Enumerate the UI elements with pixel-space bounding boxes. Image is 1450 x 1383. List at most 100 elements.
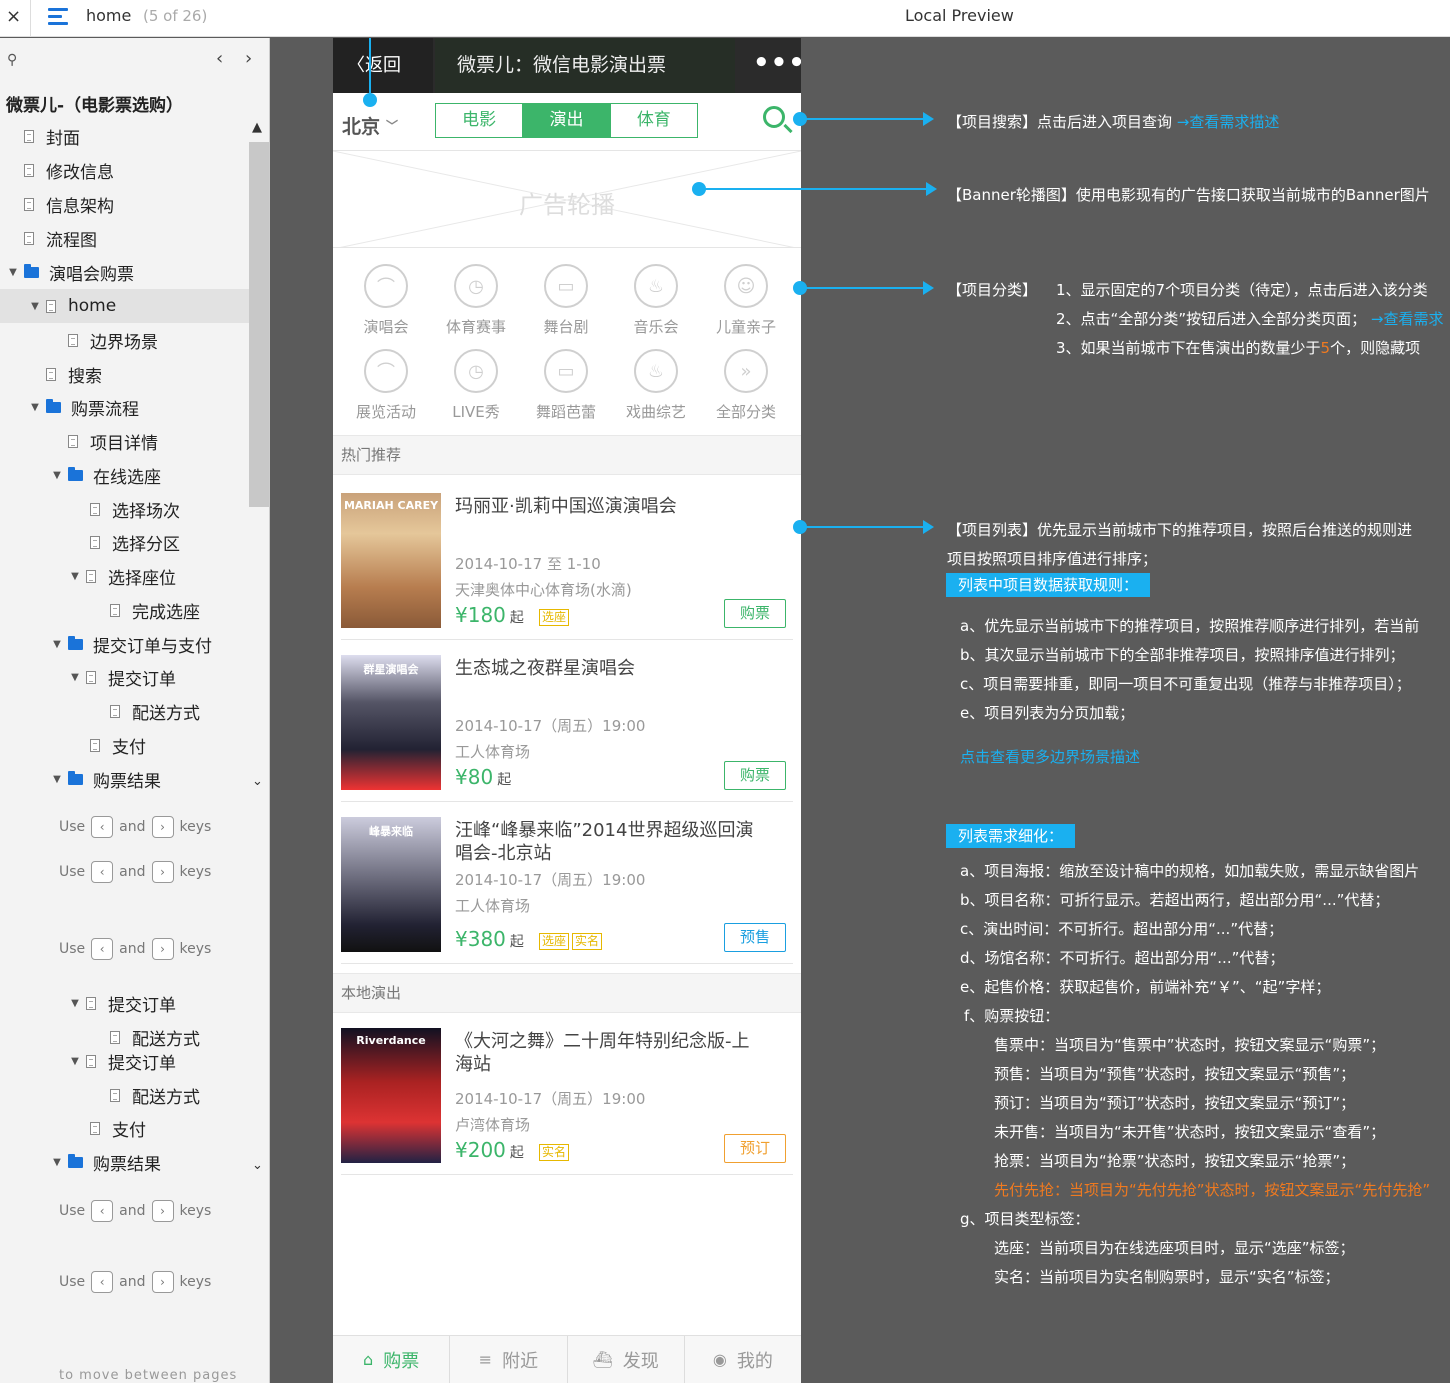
sidebar-item[interactable]: ▼ 提交订单: [68, 1044, 176, 1078]
item-name: 玛丽亚·凯莉中国巡演演唱会: [455, 496, 677, 517]
sidebar-item[interactable]: ▼ 购票结果: [50, 762, 161, 796]
sidebar-item[interactable]: 支付: [90, 728, 146, 762]
sidebar-item[interactable]: ▼ 提交订单: [68, 986, 176, 1020]
window-title: Local Preview: [905, 6, 1014, 25]
sidebar-item[interactable]: ▼ 选择座位: [68, 559, 176, 593]
item-action-button[interactable]: 购票: [724, 761, 786, 790]
item-tags: 实名: [539, 1144, 572, 1161]
sidebar-item[interactable]: 选择分区: [90, 525, 180, 559]
tabbar-nearby[interactable]: ≡ 附近: [449, 1336, 566, 1383]
category-tabs: 电影 演出 体育: [435, 103, 698, 138]
more-scenarios-link[interactable]: 点击查看更多边界场景描述: [960, 747, 1140, 767]
expand-arrow-icon[interactable]: ▼: [68, 1056, 82, 1067]
sidebar-item[interactable]: 项目详情: [68, 424, 158, 458]
tab-movie[interactable]: 电影: [436, 104, 522, 137]
expand-arrow-icon[interactable]: ▼: [50, 774, 64, 785]
category-item[interactable]: ▭ 舞台剧: [521, 264, 611, 337]
sidebar-item[interactable]: ▼ 提交订单: [68, 660, 176, 694]
category-item[interactable]: » 全部分类: [701, 349, 791, 422]
sidebar-item[interactable]: ▼ home: [0, 289, 249, 323]
poster-text: Riverdance: [356, 1034, 426, 1047]
sidebar-item[interactable]: 边界场景: [68, 323, 158, 357]
scrollbar-thumb[interactable]: [249, 142, 269, 507]
item-price: ¥180 起: [455, 603, 524, 627]
sidebar-item[interactable]: ▼ 购票结果: [50, 1145, 161, 1179]
category-item[interactable]: ◷ LIVE秀: [431, 349, 521, 422]
close-icon[interactable]: ×: [6, 6, 21, 27]
category-item[interactable]: ♨ 戏曲综艺: [611, 349, 701, 422]
scroll-down-icon[interactable]: ⌄: [252, 1158, 263, 1173]
arrow-icon: [923, 112, 934, 126]
sidebar-item[interactable]: 选择场次: [90, 492, 180, 526]
city-selector[interactable]: 北京 ﹀: [342, 112, 398, 139]
back-button[interactable]: 〈返回: [333, 38, 433, 93]
tabbar-buy[interactable]: ⌂ 购票: [333, 1336, 449, 1383]
sidebar-item[interactable]: 搜索: [46, 357, 102, 391]
expand-arrow-icon[interactable]: ▼: [50, 1157, 64, 1168]
category-label: 体育赛事: [445, 318, 506, 336]
next-page-button[interactable]: ›: [245, 48, 252, 69]
sidebar-item-label: 信息架构: [46, 196, 114, 217]
sidebar-item[interactable]: 配送方式: [110, 694, 200, 728]
page-icon: [110, 1088, 120, 1102]
expand-arrow-icon[interactable]: ▼: [68, 571, 82, 582]
poster-text: MARIAH CAREY: [343, 499, 439, 512]
tab-sports[interactable]: 体育: [609, 104, 697, 137]
scroll-up-icon[interactable]: ▲: [252, 120, 262, 135]
item-price: ¥380 起: [455, 927, 524, 951]
item-action-button[interactable]: 预订: [724, 1134, 786, 1163]
sidebar-item[interactable]: 修改信息: [24, 153, 114, 187]
category-item[interactable]: ◷ 体育赛事: [431, 264, 521, 337]
item-action-button[interactable]: 购票: [724, 599, 786, 628]
type-tag: 选座: [539, 609, 570, 626]
expand-arrow-icon[interactable]: ▼: [50, 639, 64, 650]
page-icon: [24, 163, 34, 177]
sidebar-item[interactable]: ▼ 演唱会购票: [6, 255, 134, 289]
section-header-hot: 热门推荐: [333, 435, 801, 475]
prev-page-button[interactable]: ‹: [216, 48, 223, 69]
current-page-name: home: [86, 6, 132, 25]
item-action-button[interactable]: 预售: [724, 923, 786, 952]
keyboard-hint: Use ‹ and › keys: [59, 1200, 211, 1222]
more-icon[interactable]: •••: [753, 48, 801, 78]
category-item[interactable]: ☺ 儿童亲子: [701, 264, 791, 337]
sidebar-item[interactable]: ▼ 在线选座: [50, 458, 161, 492]
view-requirement-link[interactable]: →查看需求描述: [1177, 113, 1280, 131]
sidebar-item[interactable]: ▼ 提交订单与支付: [50, 627, 212, 661]
category-item[interactable]: ⌒ 演唱会: [341, 264, 431, 337]
sidebar-item[interactable]: 流程图: [24, 221, 97, 255]
scroll-down-icon[interactable]: ⌄: [252, 774, 263, 789]
page-icon: [86, 670, 96, 684]
expand-arrow-icon[interactable]: ▼: [68, 998, 82, 1009]
folder-icon: [68, 1153, 83, 1168]
sidebar-item[interactable]: 完成选座: [110, 593, 200, 627]
search-icon[interactable]: [763, 106, 785, 128]
search-icon[interactable]: ⚲: [7, 52, 17, 68]
category-label: 演唱会: [363, 318, 409, 336]
annotation-list: 【项目列表】优先显示当前城市下的推荐项目，按照后台推送的规则进: [947, 521, 1413, 539]
sidebar-item[interactable]: 配送方式: [110, 1078, 200, 1112]
category-item[interactable]: ▭ 舞蹈芭蕾: [521, 349, 611, 422]
tabbar-mine[interactable]: ◉ 我的: [683, 1336, 801, 1383]
banner-carousel[interactable]: 广告轮播: [333, 150, 801, 248]
item-date: 2014-10-17（周五）19:00: [455, 1090, 646, 1108]
sidebar-item[interactable]: ▼ 购票流程: [28, 390, 139, 424]
sidebar-item[interactable]: 封面: [24, 119, 80, 153]
expand-arrow-icon[interactable]: ▼: [28, 301, 42, 312]
expand-arrow-icon[interactable]: ▼: [68, 672, 82, 683]
category-item[interactable]: ♨ 音乐会: [611, 264, 701, 337]
tabbar-discover[interactable]: ⛴ 发现: [566, 1336, 684, 1383]
sidebar-item[interactable]: 信息架构: [24, 187, 114, 221]
expand-arrow-icon[interactable]: ▼: [50, 470, 64, 481]
page-icon: [110, 704, 120, 718]
annotation-detail: b、项目名称：可折行显示。若超出两行，超出部分用“...”代替；: [960, 891, 1390, 909]
tab-show[interactable]: 演出: [522, 104, 610, 137]
sidebar-item[interactable]: 支付: [90, 1111, 146, 1145]
sidebar-item-label: 配送方式: [132, 703, 200, 724]
menu-icon[interactable]: [48, 8, 68, 26]
expand-arrow-icon[interactable]: ▼: [6, 267, 20, 278]
view-requirement-link[interactable]: →查看需求: [1371, 310, 1444, 328]
category-item[interactable]: ⌒ 展览活动: [341, 349, 431, 422]
page-icon: [110, 1030, 120, 1044]
expand-arrow-icon[interactable]: ▼: [28, 402, 42, 413]
